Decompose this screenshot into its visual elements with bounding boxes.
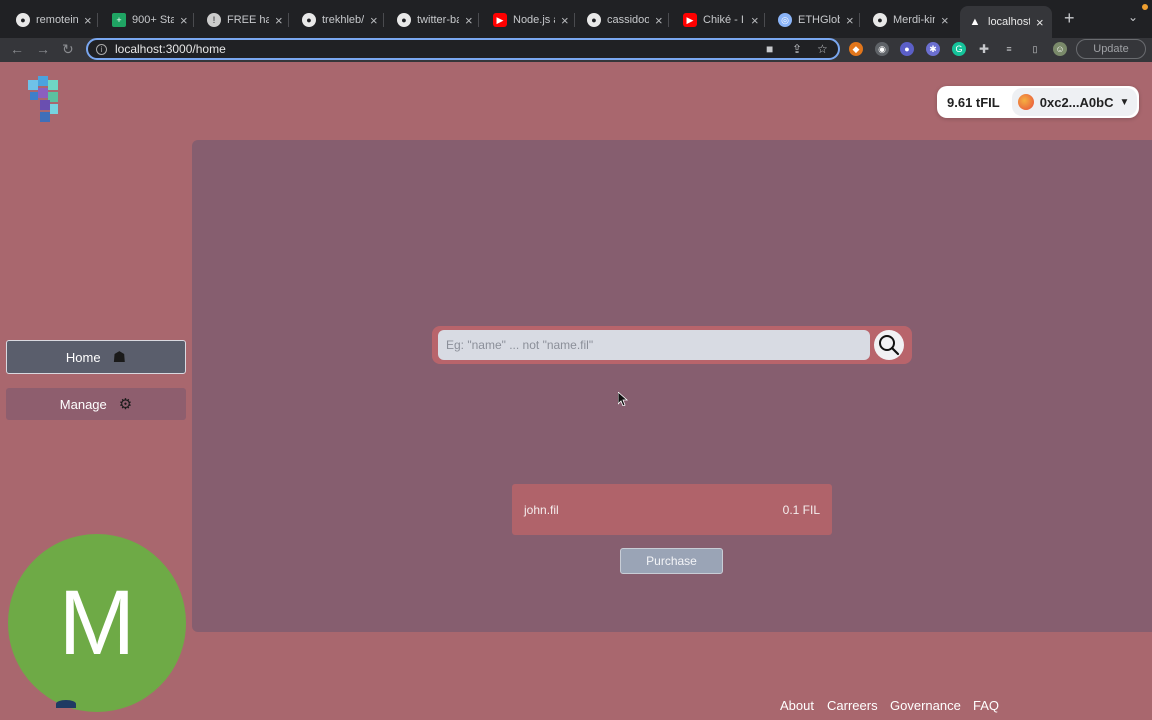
domain-result-card: john.fil 0.1 FIL (512, 484, 832, 535)
info-icon: ! (207, 13, 221, 27)
sidebar-item-label: Home (65, 349, 101, 365)
github-icon: ● (302, 13, 316, 27)
avatar-initial: M (58, 571, 136, 674)
browser-tab[interactable]: ● remoteint × (16, 8, 98, 32)
browser-tab[interactable]: + 900+ Sta × (112, 8, 194, 32)
grammarly-icon[interactable]: G (952, 42, 966, 56)
browser-tab-active[interactable]: ▲ localhost × (960, 6, 1052, 38)
browser-tab[interactable]: ● twitter-ba × (397, 8, 479, 32)
update-button[interactable]: Update (1076, 39, 1146, 59)
close-tab-icon[interactable]: × (655, 13, 663, 28)
notification-dot (1142, 4, 1148, 10)
account-avatar-icon (1017, 94, 1034, 110)
mouse-cursor-icon (618, 392, 628, 406)
forward-icon[interactable]: → (36, 41, 50, 57)
domain-name: john.fil (524, 502, 559, 517)
sidebar-icon[interactable]: ▯ (1028, 42, 1042, 56)
github-icon: ● (587, 13, 601, 27)
browser-tab[interactable]: ● trekhleb/j × (302, 8, 384, 32)
footer-link-governance[interactable]: Governance (890, 698, 961, 713)
browser-tab[interactable]: ● Merdi-kin × (873, 8, 949, 32)
close-tab-icon[interactable]: × (275, 13, 283, 28)
sidebar-item-label: Manage (59, 396, 107, 412)
extension-icon[interactable]: ● (900, 42, 914, 56)
browser-tab[interactable]: ▶ Node.js a × (493, 8, 575, 32)
star-icon[interactable]: ☆ (817, 42, 828, 56)
footer-link-about[interactable]: About (780, 698, 814, 713)
github-icon: ● (873, 13, 887, 27)
close-tab-icon[interactable]: × (465, 13, 473, 28)
address-bar[interactable]: i localhost:3000/home (86, 38, 840, 60)
account-button[interactable]: 0xc2...A0bC ▼ (1011, 88, 1138, 116)
purchase-button[interactable]: Purchase (620, 548, 723, 574)
user-avatar: M (8, 534, 186, 712)
new-tab-icon[interactable]: + (1064, 8, 1075, 29)
wallet-balance: 9.61 tFIL (947, 94, 1000, 110)
browser-tab[interactable]: ! FREE har × (207, 8, 289, 32)
home-icon: ☗ (112, 349, 127, 366)
close-tab-icon[interactable]: × (370, 13, 378, 28)
chevron-down-icon: ▼ (1119, 96, 1130, 108)
browser-tab-bar: ● remoteint × + 900+ Sta × ! FREE har × … (0, 0, 1152, 38)
browser-tab[interactable]: ▶ Chiké - I × (683, 8, 765, 32)
close-tab-icon[interactable]: × (1036, 15, 1044, 30)
youtube-icon: ▶ (493, 13, 507, 27)
gear-icon: ⚙ (118, 396, 133, 413)
sidebar-item-home[interactable]: Home ☗ (6, 340, 186, 374)
footer-link-careers[interactable]: Carreers (827, 698, 878, 713)
youtube-icon: ▶ (683, 13, 697, 27)
sheets-icon: + (112, 13, 126, 27)
avatar-decoration (56, 700, 76, 708)
close-tab-icon[interactable]: × (751, 13, 759, 28)
camera-icon[interactable]: ◉ (875, 42, 889, 56)
footer-link-faq[interactable]: FAQ (973, 698, 999, 713)
github-icon: ● (16, 13, 30, 27)
share-icon[interactable]: ⇪ (792, 42, 802, 56)
browser-tab[interactable]: ● cassidoo/ × (587, 8, 669, 32)
domain-price: 0.1 FIL (782, 502, 820, 517)
search-icon (879, 335, 900, 356)
close-tab-icon[interactable]: × (84, 13, 92, 28)
close-tab-icon[interactable]: × (180, 13, 188, 28)
browser-toolbar: ← → ↻ i localhost:3000/home ■ ⇪ ☆ ◆ ◉ ● … (0, 38, 1152, 62)
back-icon[interactable]: ← (10, 41, 24, 57)
globe-icon: ◎ (778, 13, 792, 27)
wallet-widget[interactable]: 9.61 tFIL 0xc2...A0bC ▼ (937, 86, 1139, 118)
gear-extension-icon[interactable]: ✱ (926, 42, 940, 56)
reading-list-icon[interactable]: ≡ (1002, 42, 1016, 56)
close-tab-icon[interactable]: × (941, 13, 949, 28)
camera-icon[interactable]: ■ (766, 42, 773, 56)
info-icon[interactable]: i (96, 43, 107, 55)
triangle-icon: ▲ (969, 16, 981, 28)
search-input[interactable] (438, 330, 870, 360)
close-tab-icon[interactable]: × (846, 13, 854, 28)
metamask-icon[interactable]: ◆ (849, 42, 863, 56)
account-address: 0xc2...A0bC (1039, 94, 1114, 110)
logo-icon (28, 76, 58, 122)
search-button[interactable] (874, 330, 904, 360)
profile-icon[interactable]: ☺ (1053, 42, 1067, 56)
github-icon: ● (397, 13, 411, 27)
puzzle-icon[interactable]: ✚ (977, 42, 991, 56)
chevron-down-icon[interactable]: ⌄ (1128, 10, 1138, 24)
sidebar-item-manage[interactable]: Manage ⚙ (6, 388, 186, 420)
browser-tab[interactable]: ◎ ETHGloba × (778, 8, 860, 32)
reload-icon[interactable]: ↻ (62, 41, 74, 58)
close-tab-icon[interactable]: × (561, 13, 569, 28)
